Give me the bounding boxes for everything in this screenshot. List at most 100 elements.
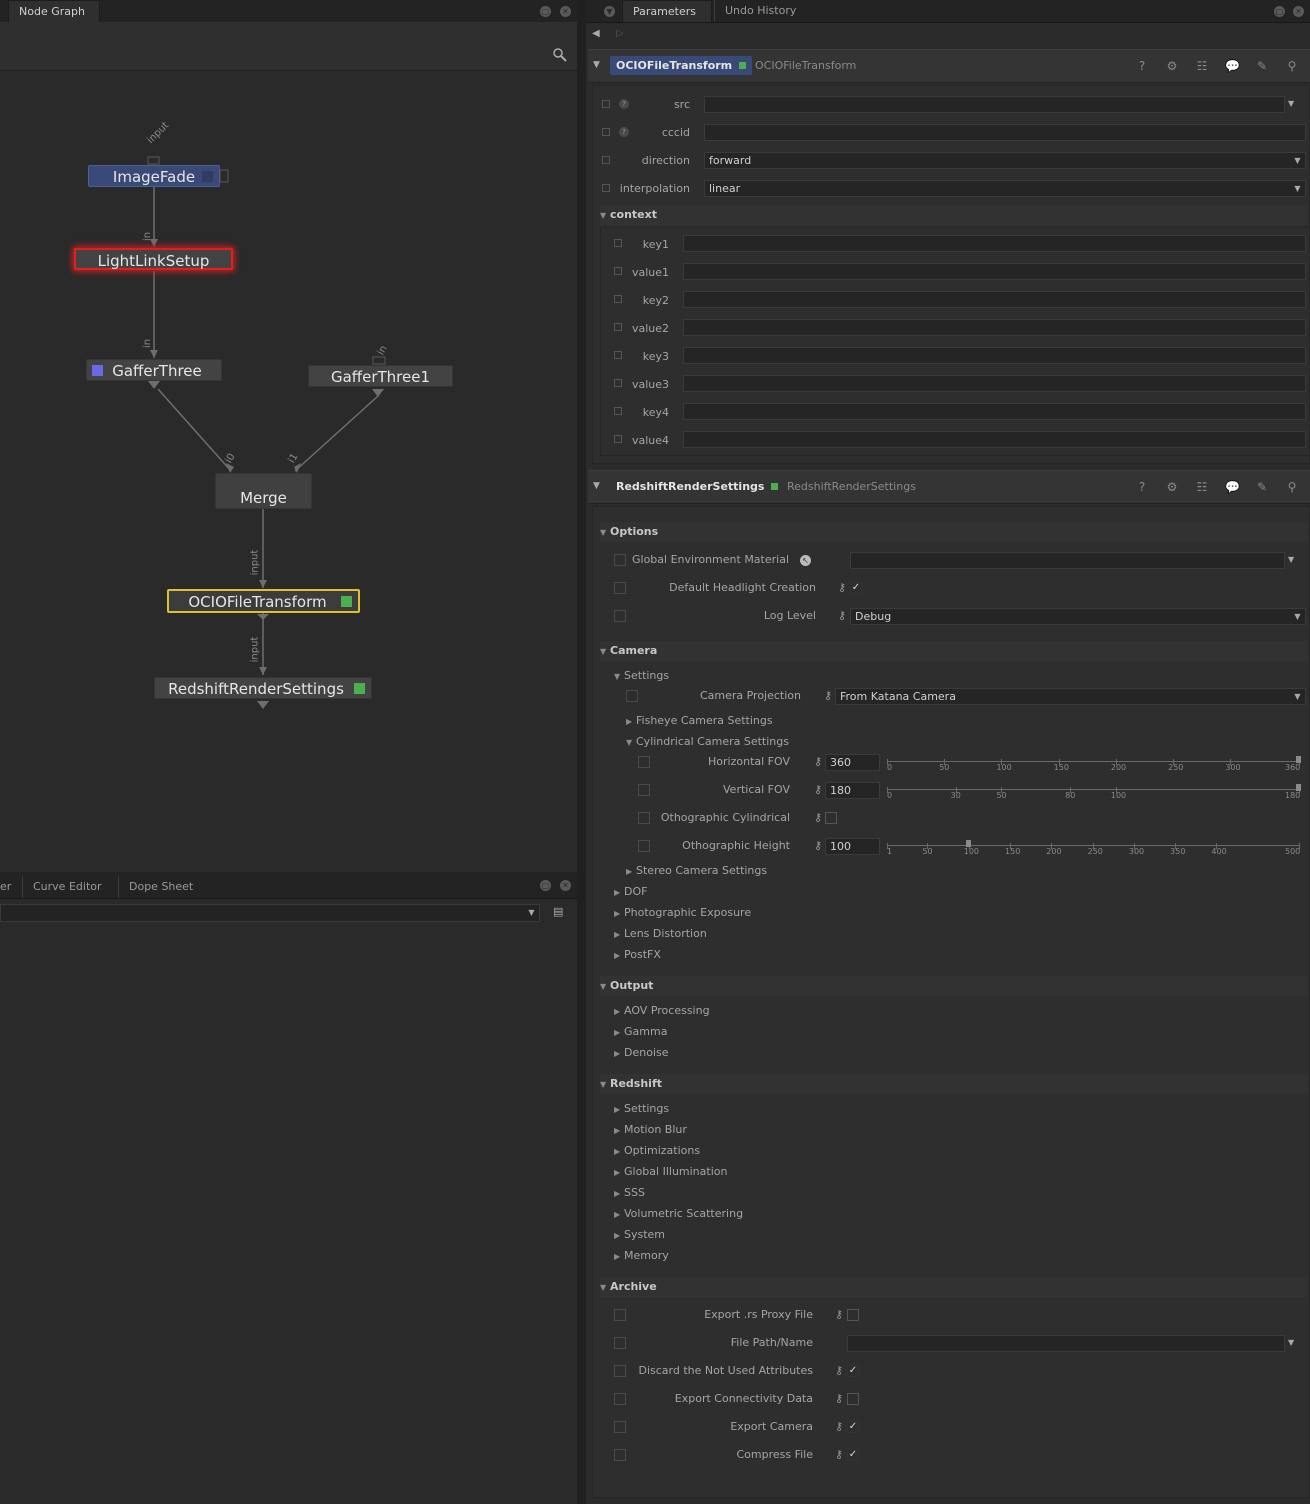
viewer-icon[interactable]: ☷ xyxy=(1195,59,1209,73)
pin-icon[interactable]: ✎ xyxy=(1255,59,1269,73)
curve-selector-dropdown[interactable]: ▼ xyxy=(0,904,540,922)
help-icon[interactable]: ? xyxy=(619,127,629,137)
param-enable-checkbox[interactable] xyxy=(602,128,610,136)
camera-section-header[interactable]: ▼ Camera xyxy=(600,641,1308,661)
redshift-subgroup-optimizations[interactable]: ▶ Optimizations xyxy=(614,1142,700,1160)
param-enable-checkbox[interactable] xyxy=(614,610,626,622)
collapse-triangle-icon[interactable]: ▼ xyxy=(593,60,600,70)
param-enable-checkbox[interactable] xyxy=(614,407,622,415)
src-field[interactable] xyxy=(704,96,1285,113)
context-value1-field[interactable] xyxy=(683,263,1306,280)
float-panel-icon[interactable]: ▢ xyxy=(540,6,551,17)
redshift-subgroup-motion-blur[interactable]: ▶ Motion Blur xyxy=(614,1121,687,1139)
default-headlight-checkbox[interactable]: ✓ xyxy=(850,582,862,594)
archive-section-header[interactable]: ▼ Archive xyxy=(600,1277,1308,1297)
param-enable-checkbox[interactable] xyxy=(602,184,610,192)
chevron-down-icon[interactable]: ▼ xyxy=(1288,555,1294,564)
node-lightlinksetup[interactable]: LightLinkSetup xyxy=(74,248,233,270)
settings-subgroup-header[interactable]: ▼ Settings xyxy=(614,667,669,685)
export-connectivity-checkbox[interactable] xyxy=(847,1393,859,1405)
tab-truncated[interactable]: er xyxy=(0,876,15,898)
tab-node-graph[interactable]: Node Graph xyxy=(8,0,100,22)
comment-icon[interactable]: 💬 xyxy=(1225,59,1240,73)
search-icon[interactable] xyxy=(553,48,567,62)
param-enable-checkbox[interactable] xyxy=(614,379,622,387)
node-ociofiletransform[interactable]: OCIOFileTransform xyxy=(167,589,360,613)
gear-icon[interactable]: ⚙ xyxy=(1165,59,1179,73)
camera-subgroup-dof[interactable]: ▶ DOF xyxy=(614,883,647,901)
othographic-cylindrical-checkbox[interactable] xyxy=(825,812,837,824)
context-value2-field[interactable] xyxy=(683,319,1306,336)
redshift-subgroup-global-illumination[interactable]: ▶ Global Illumination xyxy=(614,1163,727,1181)
param-enable-checkbox[interactable] xyxy=(638,784,650,796)
interpolation-dropdown[interactable]: linear ▼ xyxy=(704,180,1306,197)
file-path-field[interactable] xyxy=(847,1335,1285,1352)
fisheye-subgroup-header[interactable]: ▶ Fisheye Camera Settings xyxy=(626,712,773,730)
chevron-down-icon[interactable]: ▼ xyxy=(1288,1338,1294,1347)
export-camera-checkbox[interactable]: ✓ xyxy=(847,1421,859,1433)
help-icon[interactable]: ? xyxy=(1135,480,1149,494)
param-enable-checkbox[interactable] xyxy=(626,690,638,702)
pin-icon[interactable]: ✎ xyxy=(1255,480,1269,494)
node-gafferthree[interactable]: GafferThree xyxy=(86,359,222,381)
comment-icon[interactable]: 💬 xyxy=(1225,480,1240,494)
horizontal-fov-input[interactable]: 360 xyxy=(825,754,880,771)
context-value4-field[interactable] xyxy=(683,431,1306,448)
back-arrow-icon[interactable]: ◀ xyxy=(592,28,600,39)
param-enable-checkbox[interactable] xyxy=(614,323,622,331)
options-section-header[interactable]: ▼ Options xyxy=(600,522,1308,542)
othographic-height-input[interactable]: 100 xyxy=(825,838,880,855)
redshift-subgroup-sss[interactable]: ▶ SSS xyxy=(614,1184,645,1202)
node-merge[interactable]: Merge xyxy=(215,473,312,509)
node-redshiftrendersettings[interactable]: RedshiftRenderSettings xyxy=(154,677,372,699)
param-enable-checkbox[interactable] xyxy=(614,554,626,566)
param-enable-checkbox[interactable] xyxy=(614,435,622,443)
node-name-field[interactable]: RedshiftRenderSettings xyxy=(610,477,784,496)
param-enable-checkbox[interactable] xyxy=(614,267,622,275)
global-environment-material-field[interactable] xyxy=(850,552,1285,569)
othographic-height-slider[interactable]: 1 50 100 150 200 250 300 350 400 500 xyxy=(887,840,1300,863)
stereo-subgroup-header[interactable]: ▶ Stereo Camera Settings xyxy=(626,862,767,880)
search-icon[interactable]: ⚲ xyxy=(1285,480,1299,494)
node-imagefade[interactable]: ImageFade xyxy=(88,165,220,187)
close-panel-icon[interactable]: ✕ xyxy=(560,880,571,891)
tab-dope-sheet[interactable]: Dope Sheet xyxy=(118,876,203,898)
output-section-header[interactable]: ▼ Output xyxy=(600,976,1308,996)
output-subgroup-aov-processing[interactable]: ▶ AOV Processing xyxy=(614,1002,710,1020)
context-key1-field[interactable] xyxy=(683,235,1306,252)
redshift-subgroup-memory[interactable]: ▶ Memory xyxy=(614,1247,669,1265)
output-subgroup-gamma[interactable]: ▶ Gamma xyxy=(614,1023,667,1041)
param-enable-checkbox[interactable] xyxy=(614,582,626,594)
context-section-header[interactable]: ▼ context xyxy=(600,205,1308,225)
close-panel-icon[interactable]: ✕ xyxy=(560,6,571,17)
viewer-icon[interactable]: ☷ xyxy=(1195,480,1209,494)
float-panel-icon[interactable]: ▢ xyxy=(540,880,551,891)
tab-parameters[interactable]: Parameters xyxy=(622,0,712,22)
float-panel-icon[interactable]: ▢ xyxy=(1274,6,1285,17)
param-enable-checkbox[interactable] xyxy=(614,1337,626,1349)
forward-arrow-icon[interactable]: ▷ xyxy=(616,28,624,39)
vertical-fov-slider[interactable]: 0 30 50 80 100 180 xyxy=(887,784,1301,807)
slider-handle[interactable] xyxy=(1296,784,1301,791)
log-level-dropdown[interactable]: Debug ▼ xyxy=(850,608,1306,625)
cylindrical-subgroup-header[interactable]: ▼ Cylindrical Camera Settings xyxy=(626,733,789,751)
param-enable-checkbox[interactable] xyxy=(638,840,650,852)
param-enable-checkbox[interactable] xyxy=(602,100,610,108)
collapse-triangle-icon[interactable]: ▼ xyxy=(593,481,600,491)
slider-handle[interactable] xyxy=(1296,756,1301,763)
param-enable-checkbox[interactable] xyxy=(602,156,610,164)
help-icon[interactable]: ? xyxy=(1135,59,1149,73)
panel-splitter[interactable] xyxy=(577,0,586,1504)
context-key2-field[interactable] xyxy=(683,291,1306,308)
gear-icon[interactable]: ⚙ xyxy=(1165,480,1179,494)
output-subgroup-denoise[interactable]: ▶ Denoise xyxy=(614,1044,669,1062)
param-enable-checkbox[interactable] xyxy=(614,351,622,359)
param-enable-checkbox[interactable] xyxy=(614,1309,626,1321)
cccid-field[interactable] xyxy=(704,124,1306,141)
discard-unused-checkbox[interactable]: ✓ xyxy=(847,1365,859,1377)
tab-undo-history[interactable]: Undo History xyxy=(714,0,806,22)
arrow-icon[interactable]: ↖ xyxy=(800,555,811,566)
context-value3-field[interactable] xyxy=(683,375,1306,392)
horizontal-fov-slider[interactable]: 0 50 100 150 200 250 300 360 xyxy=(887,756,1301,779)
node-name-field[interactable]: OCIOFileTransform xyxy=(610,56,752,75)
